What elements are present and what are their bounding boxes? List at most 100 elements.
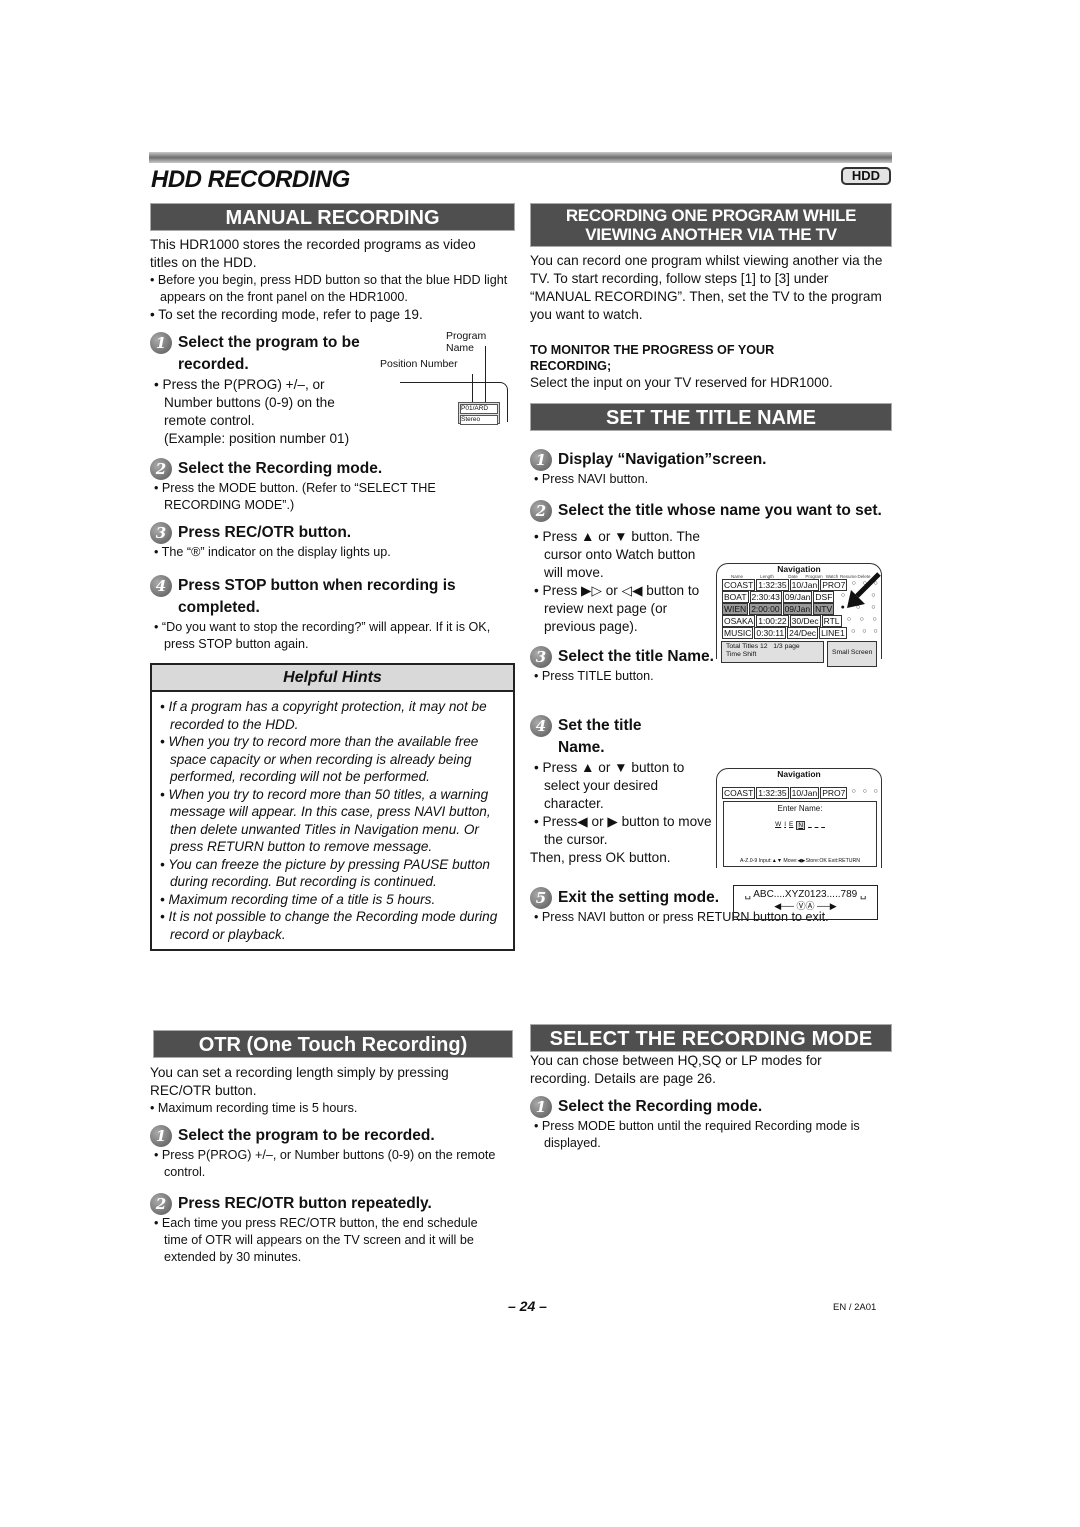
pointer-arrow-icon xyxy=(847,572,881,608)
cell-name: MUSIC xyxy=(722,627,754,639)
step-title: Set the title Name. xyxy=(558,717,642,756)
step-title: Select the program to be recorded. xyxy=(178,1127,435,1144)
cell-program: NTV xyxy=(813,603,835,615)
monitor-caption: TO MONITOR THE PROGRESS OF YOUR RECORDIN… xyxy=(530,343,775,373)
navigation-screen: Navigation Name Length Date Program Watc… xyxy=(716,563,882,667)
bullet: • Press NAVI button. xyxy=(534,472,649,486)
display-line2: Stereo xyxy=(460,415,498,425)
enter-name-screen: Navigation COAST 1:32:35 10/Jan PRO7 ○ ○ ○… xyxy=(716,768,882,868)
manual-recording-section: MANUAL RECORDING This HDR1000 stores the… xyxy=(150,203,515,951)
otr-section: OTR (One Touch Recording) You can set a … xyxy=(150,1030,515,1266)
hint-item: • You can freeze the picture by pressing… xyxy=(160,856,490,890)
cell-length: 1:32:35 xyxy=(756,787,789,799)
cell-name: OSAKA xyxy=(722,615,756,627)
cell-program: PRO7 xyxy=(820,787,848,799)
step-number-icon: 1 xyxy=(150,332,172,354)
hint-item: • If a program has a copyright protectio… xyxy=(160,699,487,732)
bullet: • Press ▲ or ▼ button to select your des… xyxy=(534,760,685,811)
option-radio-icon[interactable]: ○ xyxy=(843,615,856,627)
arrow-right-icon: ──▶ xyxy=(817,901,837,911)
helpful-hints-box: Helpful Hints • If a program has a copyr… xyxy=(150,663,515,951)
bullet: • Press the MODE button. (Refer to “SELE… xyxy=(154,481,436,512)
otr-step-2: 2 Press REC/OTR button repeatedly. xyxy=(150,1193,515,1215)
display-diagram: Program Name Position Number P01/ARD Ste… xyxy=(380,330,515,432)
name-char: I xyxy=(784,821,787,828)
step-number-icon: 1 xyxy=(530,1096,552,1118)
cell-date: 30/Dec xyxy=(789,615,821,627)
bullet: • The “®” indicator on the display light… xyxy=(154,545,391,559)
charset-arrows: ◀── ⓋⒶ ──▶ xyxy=(734,899,877,912)
cell-name: WIEN xyxy=(722,603,749,615)
helpful-hints-heading: Helpful Hints xyxy=(152,665,513,692)
otr-intro: You can set a recording length simply by… xyxy=(150,1065,449,1098)
bullet: • Maximum recording time is 5 hours. xyxy=(150,1101,358,1115)
mode-step-1: 1 Select the Recording mode. xyxy=(530,1096,892,1118)
monitor-text: Select the input on your TV reserved for… xyxy=(530,375,833,390)
step-title: Select the Recording mode. xyxy=(558,1098,763,1115)
up-button-icon: Ⓐ xyxy=(805,901,815,911)
navigation-title: Navigation xyxy=(777,769,821,779)
bullet: • Press the P(PROG) +/–, or Number butto… xyxy=(154,377,335,428)
navigation-status: Total Titles 12 1/3 page Time Shift xyxy=(721,641,825,663)
bullet: • Press MODE button until the required R… xyxy=(534,1119,860,1150)
step-number-icon: 2 xyxy=(150,458,172,480)
page-indicator: 1/3 page xyxy=(773,643,800,650)
record-while-viewing-section: RECORDING ONE PROGRAM WHILE VIEWING ANOT… xyxy=(530,203,892,392)
document-code: EN / 2A01 xyxy=(833,1302,877,1313)
step-number-icon: 1 xyxy=(150,1125,172,1147)
charset-box: ␣ ABC....XYZ0123.....789 ␣ ◀── ⓋⒶ ──▶ xyxy=(733,885,878,920)
bullet: • Press P(PROG) +/–, or Number buttons (… xyxy=(154,1148,496,1179)
heading-line: RECORDING ONE PROGRAM WHILE xyxy=(565,206,857,225)
enter-name-dialog: Enter Name: W I E N _ _ _ A-Z.0-9 Input:▲▼ Mov… xyxy=(723,801,877,867)
cell-date: 09/Jan xyxy=(782,603,813,615)
navigation-row[interactable]: MUSIC 0:30:11 24/Dec LINE1 ○ ○ ○ xyxy=(717,627,881,639)
header-rule xyxy=(149,152,892,163)
step-number-icon: 2 xyxy=(530,500,552,522)
bullet: • Press ▶▷ or ◁◀ button to review next p… xyxy=(534,583,700,634)
bullet: • Before you begin, press HDD button so … xyxy=(150,273,508,304)
cell-name: COAST xyxy=(722,579,756,591)
step-3: 3 Press REC/OTR button. xyxy=(150,522,515,544)
step-title: Press REC/OTR button repeatedly. xyxy=(178,1195,432,1212)
step-number-icon: 4 xyxy=(150,575,172,597)
step-number-icon: 3 xyxy=(530,646,552,668)
title-step-4: 4 Set the title Name. xyxy=(530,715,670,759)
title-step-2: 2 Select the title whose name you want t… xyxy=(530,500,892,522)
option-radio-icon[interactable]: ○ xyxy=(859,627,870,639)
step-title: Press REC/OTR button. xyxy=(178,524,352,541)
step-title: Exit the setting mode. xyxy=(558,889,720,906)
cell-date: 09/Jan xyxy=(782,591,813,603)
select-mode-intro: You can chose between HQ,SQ or LP modes … xyxy=(530,1053,822,1086)
option-radio-icon[interactable]: ○ xyxy=(870,627,881,639)
step-number-icon: 4 xyxy=(530,715,552,737)
step-1: 1 Select the program to be recorded. xyxy=(150,332,410,376)
cell-length: 2:00:00 xyxy=(749,603,782,615)
option-radio-icon[interactable]: ○ xyxy=(855,615,868,627)
name-input[interactable]: W I E N _ _ _ xyxy=(724,821,876,830)
down-button-icon: Ⓥ xyxy=(796,901,806,911)
arrow-left-icon: ◀── xyxy=(774,901,794,911)
hint-item: • It is not possible to change the Recor… xyxy=(160,909,498,942)
hint-item: • Maximum recording time of a title is 5… xyxy=(160,891,436,907)
bullet: • Press◀ or ▶ button to move the cursor. xyxy=(534,814,712,847)
step-title: Select the title Name. xyxy=(558,648,714,665)
display-line1: P01/ARD xyxy=(460,404,498,414)
step-title: Select the title whose name you want to … xyxy=(558,502,882,519)
cell-program: DSF xyxy=(813,591,835,603)
name-char: E xyxy=(789,821,794,828)
hint-item: • When you try to record more than 50 ti… xyxy=(160,786,491,855)
option-radio-icon[interactable]: ○ xyxy=(868,615,881,627)
example-text: (Example: position number 01) xyxy=(164,431,350,446)
position-number-label: Position Number xyxy=(380,358,458,370)
option-radio-icon[interactable]: ○ xyxy=(848,627,859,639)
enter-name-label: Enter Name: xyxy=(777,804,823,813)
navigation-row[interactable]: OSAKA 1:00:22 30/Dec RTL ○ ○ ○ xyxy=(717,615,881,627)
name-char: W xyxy=(775,821,782,828)
small-screen-button[interactable]: Small Screen xyxy=(827,641,877,667)
step-2: 2 Select the Recording mode. xyxy=(150,458,515,480)
otr-step-1: 1 Select the program to be recorded. xyxy=(150,1125,515,1147)
cell-date: 10/Jan xyxy=(789,579,820,591)
hint-item: • When you try to record more than the a… xyxy=(160,734,479,784)
name-char: _ xyxy=(821,821,825,828)
step-number-icon: 1 xyxy=(530,449,552,471)
